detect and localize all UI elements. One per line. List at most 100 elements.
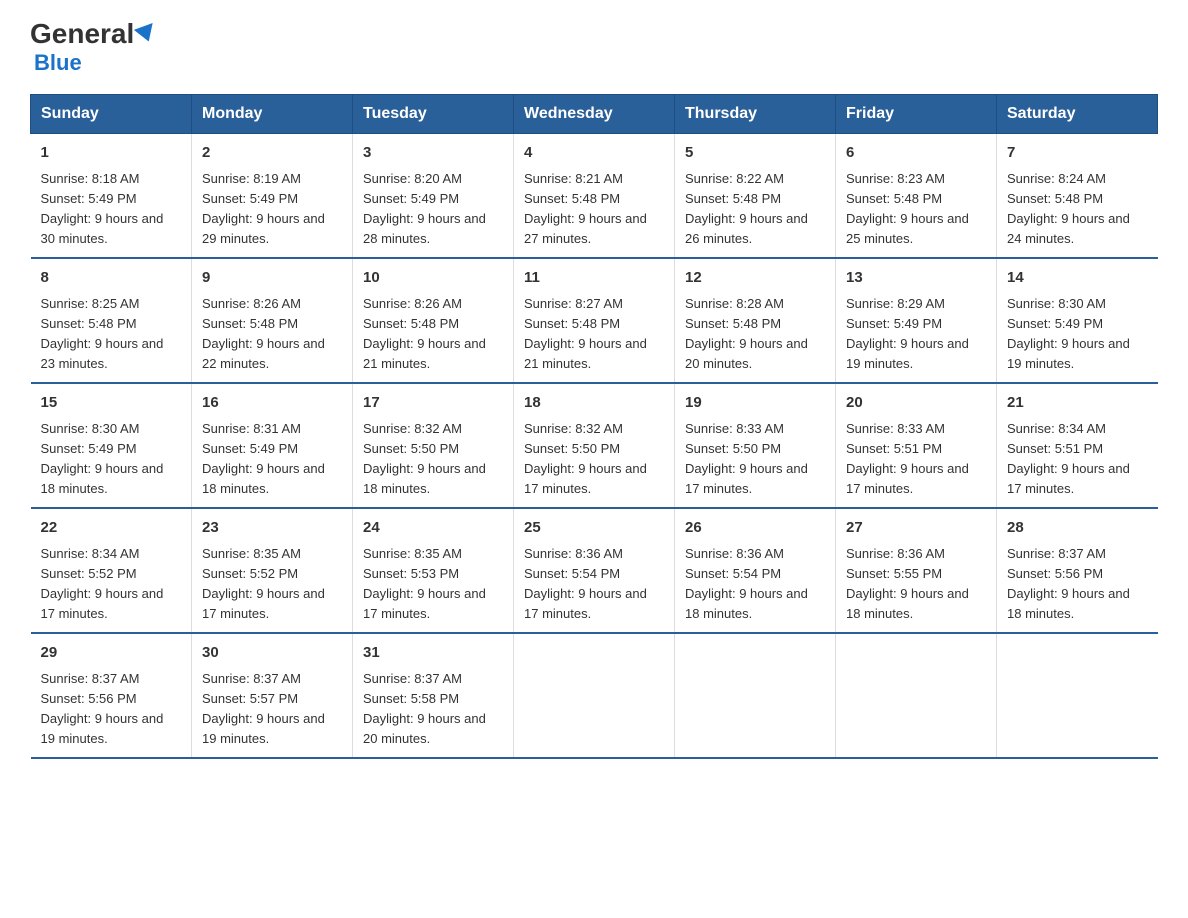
- day-info: Sunrise: 8:36 AMSunset: 5:54 PMDaylight:…: [685, 544, 825, 625]
- header-cell-friday: Friday: [836, 95, 997, 134]
- day-info: Sunrise: 8:37 AMSunset: 5:56 PMDaylight:…: [41, 669, 182, 750]
- day-number: 3: [363, 142, 503, 165]
- day-cell: [514, 633, 675, 758]
- day-number: 19: [685, 392, 825, 415]
- logo: General Blue: [30, 20, 156, 76]
- day-info: Sunrise: 8:21 AMSunset: 5:48 PMDaylight:…: [524, 169, 664, 250]
- day-number: 24: [363, 517, 503, 540]
- day-number: 20: [846, 392, 986, 415]
- day-number: 16: [202, 392, 342, 415]
- day-number: 23: [202, 517, 342, 540]
- day-number: 29: [41, 642, 182, 665]
- day-cell: 29 Sunrise: 8:37 AMSunset: 5:56 PMDayligh…: [31, 633, 192, 758]
- day-info: Sunrise: 8:19 AMSunset: 5:49 PMDaylight:…: [202, 169, 342, 250]
- day-info: Sunrise: 8:33 AMSunset: 5:50 PMDaylight:…: [685, 419, 825, 500]
- day-number: 22: [41, 517, 182, 540]
- day-cell: 30Sunrise: 8:37 AMSunset: 5:57 PMDayligh…: [192, 633, 353, 758]
- day-number: 21: [1007, 392, 1148, 415]
- day-number: 9: [202, 267, 342, 290]
- day-number: 13: [846, 267, 986, 290]
- day-cell: 14Sunrise: 8:30 AMSunset: 5:49 PMDayligh…: [997, 258, 1158, 383]
- day-info: Sunrise: 8:30 AMSunset: 5:49 PMDaylight:…: [41, 419, 182, 500]
- day-cell: 9 Sunrise: 8:26 AMSunset: 5:48 PMDaylight…: [192, 258, 353, 383]
- day-info: Sunrise: 8:24 AMSunset: 5:48 PMDaylight:…: [1007, 169, 1148, 250]
- day-cell: 31Sunrise: 8:37 AMSunset: 5:58 PMDayligh…: [353, 633, 514, 758]
- day-cell: 20 Sunrise: 8:33 AMSunset: 5:51 PMDayligh…: [836, 383, 997, 508]
- day-number: 6: [846, 142, 986, 165]
- day-number: 26: [685, 517, 825, 540]
- day-cell: 5Sunrise: 8:22 AMSunset: 5:48 PMDaylight…: [675, 134, 836, 259]
- day-cell: 13 Sunrise: 8:29 AMSunset: 5:49 PMDayligh…: [836, 258, 997, 383]
- day-number: 25: [524, 517, 664, 540]
- header-cell-monday: Monday: [192, 95, 353, 134]
- day-cell: 4 Sunrise: 8:21 AMSunset: 5:48 PMDaylight…: [514, 134, 675, 259]
- day-info: Sunrise: 8:37 AMSunset: 5:58 PMDaylight:…: [363, 669, 503, 750]
- week-row-1: 1 Sunrise: 8:18 AMSunset: 5:49 PMDaylight…: [31, 134, 1158, 259]
- week-row-4: 22 Sunrise: 8:34 AMSunset: 5:52 PMDayligh…: [31, 508, 1158, 633]
- day-info: Sunrise: 8:35 AMSunset: 5:53 PMDaylight:…: [363, 544, 503, 625]
- day-info: Sunrise: 8:29 AMSunset: 5:49 PMDaylight:…: [846, 294, 986, 375]
- day-cell: [836, 633, 997, 758]
- day-number: 11: [524, 267, 664, 290]
- day-cell: 11 Sunrise: 8:27 AMSunset: 5:48 PMDayligh…: [514, 258, 675, 383]
- day-cell: 2 Sunrise: 8:19 AMSunset: 5:49 PMDaylight…: [192, 134, 353, 259]
- day-cell: 18Sunrise: 8:32 AMSunset: 5:50 PMDayligh…: [514, 383, 675, 508]
- day-cell: 26 Sunrise: 8:36 AMSunset: 5:54 PMDayligh…: [675, 508, 836, 633]
- calendar-table: SundayMondayTuesdayWednesdayThursdayFrid…: [30, 94, 1158, 759]
- day-number: 28: [1007, 517, 1148, 540]
- day-info: Sunrise: 8:31 AMSunset: 5:49 PMDaylight:…: [202, 419, 342, 500]
- day-cell: 27 Sunrise: 8:36 AMSunset: 5:55 PMDayligh…: [836, 508, 997, 633]
- day-number: 2: [202, 142, 342, 165]
- day-number: 4: [524, 142, 664, 165]
- day-cell: [675, 633, 836, 758]
- day-number: 10: [363, 267, 503, 290]
- day-cell: 24 Sunrise: 8:35 AMSunset: 5:53 PMDayligh…: [353, 508, 514, 633]
- logo-blue: Blue: [34, 50, 82, 76]
- day-info: Sunrise: 8:36 AMSunset: 5:55 PMDaylight:…: [846, 544, 986, 625]
- day-info: Sunrise: 8:27 AMSunset: 5:48 PMDaylight:…: [524, 294, 664, 375]
- day-info: Sunrise: 8:22 AMSunset: 5:48 PMDaylight:…: [685, 169, 825, 250]
- day-cell: 22 Sunrise: 8:34 AMSunset: 5:52 PMDayligh…: [31, 508, 192, 633]
- day-info: Sunrise: 8:37 AMSunset: 5:57 PMDaylight:…: [202, 669, 342, 750]
- logo-general: General: [30, 20, 134, 48]
- week-row-5: 29 Sunrise: 8:37 AMSunset: 5:56 PMDayligh…: [31, 633, 1158, 758]
- day-info: Sunrise: 8:18 AMSunset: 5:49 PMDaylight:…: [41, 169, 182, 250]
- day-cell: 23 Sunrise: 8:35 AMSunset: 5:52 PMDayligh…: [192, 508, 353, 633]
- day-number: 1: [41, 142, 182, 165]
- day-info: Sunrise: 8:34 AMSunset: 5:51 PMDaylight:…: [1007, 419, 1148, 500]
- header-cell-saturday: Saturday: [997, 95, 1158, 134]
- day-info: Sunrise: 8:26 AMSunset: 5:48 PMDaylight:…: [202, 294, 342, 375]
- day-info: Sunrise: 8:37 AMSunset: 5:56 PMDaylight:…: [1007, 544, 1148, 625]
- day-info: Sunrise: 8:36 AMSunset: 5:54 PMDaylight:…: [524, 544, 664, 625]
- day-cell: [997, 633, 1158, 758]
- day-cell: 8 Sunrise: 8:25 AMSunset: 5:48 PMDaylight…: [31, 258, 192, 383]
- day-cell: 15Sunrise: 8:30 AMSunset: 5:49 PMDayligh…: [31, 383, 192, 508]
- week-row-3: 15Sunrise: 8:30 AMSunset: 5:49 PMDayligh…: [31, 383, 1158, 508]
- day-number: 27: [846, 517, 986, 540]
- day-info: Sunrise: 8:23 AMSunset: 5:48 PMDaylight:…: [846, 169, 986, 250]
- day-cell: 19 Sunrise: 8:33 AMSunset: 5:50 PMDayligh…: [675, 383, 836, 508]
- day-info: Sunrise: 8:28 AMSunset: 5:48 PMDaylight:…: [685, 294, 825, 375]
- calendar-header-row: SundayMondayTuesdayWednesdayThursdayFrid…: [31, 95, 1158, 134]
- day-cell: 3Sunrise: 8:20 AMSunset: 5:49 PMDaylight…: [353, 134, 514, 259]
- day-number: 18: [524, 392, 664, 415]
- day-info: Sunrise: 8:34 AMSunset: 5:52 PMDaylight:…: [41, 544, 182, 625]
- day-info: Sunrise: 8:33 AMSunset: 5:51 PMDaylight:…: [846, 419, 986, 500]
- header-cell-thursday: Thursday: [675, 95, 836, 134]
- week-row-2: 8 Sunrise: 8:25 AMSunset: 5:48 PMDaylight…: [31, 258, 1158, 383]
- day-cell: 6 Sunrise: 8:23 AMSunset: 5:48 PMDaylight…: [836, 134, 997, 259]
- header-cell-wednesday: Wednesday: [514, 95, 675, 134]
- day-number: 7: [1007, 142, 1148, 165]
- header-cell-tuesday: Tuesday: [353, 95, 514, 134]
- day-cell: 21 Sunrise: 8:34 AMSunset: 5:51 PMDayligh…: [997, 383, 1158, 508]
- day-number: 17: [363, 392, 503, 415]
- logo-triangle-icon: [134, 23, 158, 45]
- day-info: Sunrise: 8:35 AMSunset: 5:52 PMDaylight:…: [202, 544, 342, 625]
- day-cell: 28 Sunrise: 8:37 AMSunset: 5:56 PMDayligh…: [997, 508, 1158, 633]
- day-info: Sunrise: 8:32 AMSunset: 5:50 PMDaylight:…: [363, 419, 503, 500]
- day-cell: 17 Sunrise: 8:32 AMSunset: 5:50 PMDayligh…: [353, 383, 514, 508]
- day-number: 8: [41, 267, 182, 290]
- day-number: 14: [1007, 267, 1148, 290]
- page-header: General Blue: [30, 20, 1158, 76]
- day-info: Sunrise: 8:25 AMSunset: 5:48 PMDaylight:…: [41, 294, 182, 375]
